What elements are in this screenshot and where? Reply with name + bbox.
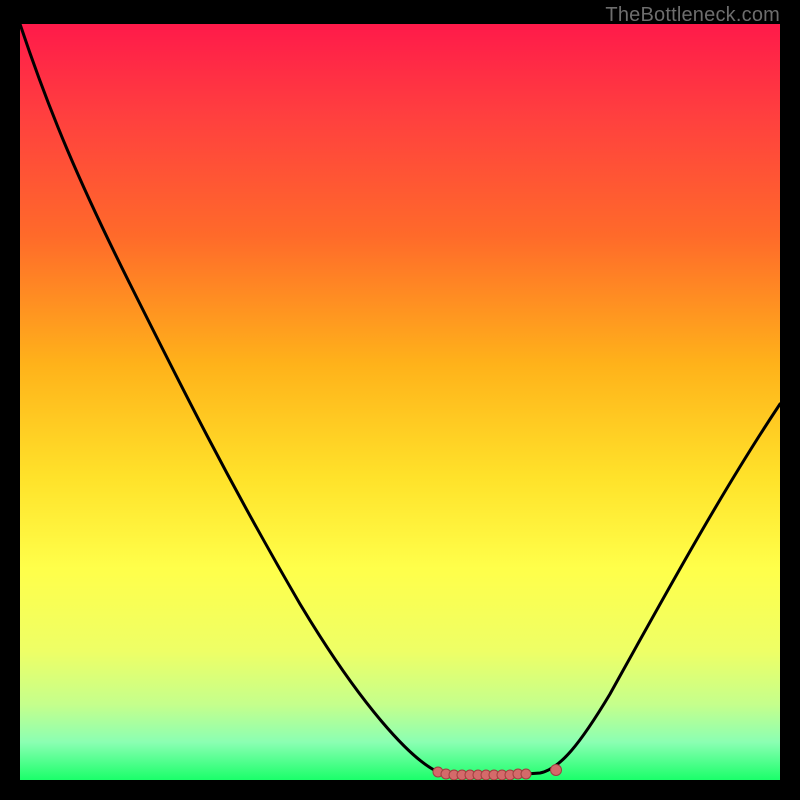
chart-frame: TheBottleneck.com [0, 0, 800, 800]
min-plateau-cluster [433, 767, 531, 780]
bottleneck-curve-svg [20, 24, 780, 780]
min-plateau-end-dot [551, 765, 562, 776]
bottleneck-curve-path [20, 24, 780, 775]
plot-gradient-area [20, 24, 780, 780]
